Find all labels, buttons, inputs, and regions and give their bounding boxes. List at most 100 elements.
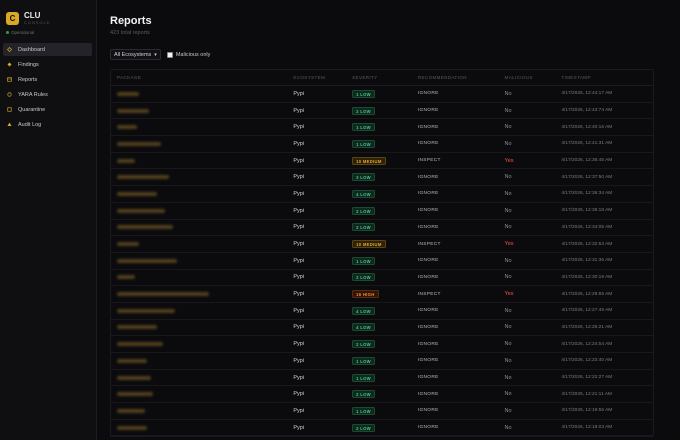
table-row[interactable]: Pypi 10 MEDIUM INSPECT Yes 4/17/2026, 12:36:… (111, 153, 653, 170)
timestamp-cell: 4/17/2026, 12:18:03 AM (561, 425, 613, 431)
package-name-cell[interactable] (111, 425, 293, 430)
severity-badge: 4 LOW (352, 189, 375, 198)
package-name-cell[interactable] (111, 258, 293, 263)
sidebar-item-yara-rules[interactable]: YARA Rules (3, 88, 92, 101)
package-name-cell[interactable] (111, 141, 293, 146)
redacted-package-name (117, 125, 137, 130)
ecosystem-cell: Pypi (293, 124, 305, 131)
recommendation-cell: INSPECT (417, 291, 441, 297)
timestamp-cell: 4/17/2026, 12:29:55 AM (561, 291, 613, 297)
severity-cell: 16 HIGH (352, 290, 418, 299)
column-header-package[interactable]: PACKAGE (111, 75, 293, 80)
brand: C CLU CONSOLE (6, 11, 51, 26)
redacted-package-name (117, 175, 169, 180)
malicious-cell: No (504, 257, 512, 264)
package-name-cell[interactable] (111, 175, 293, 180)
sidebar-item-findings[interactable]: Findings (3, 58, 92, 71)
table-row[interactable]: Pypi 2 LOW IGNORE No 4/17/2026, 12:30:19 AM (111, 270, 653, 287)
redacted-package-name (117, 91, 139, 96)
package-name-cell[interactable] (111, 392, 293, 397)
package-name-cell[interactable] (111, 158, 293, 163)
table-row[interactable]: Pypi 2 LOW IGNORE No 4/17/2026, 12:43:74 AM (111, 103, 653, 120)
ecosystem-cell: Pypi (293, 407, 305, 414)
malicious-only-checkbox[interactable] (166, 51, 173, 58)
column-header-ecosystem[interactable]: ECOSYSTEM (293, 75, 352, 80)
redacted-package-name (117, 275, 135, 280)
timestamp-cell: 4/17/2026, 12:24:54 AM (561, 341, 613, 347)
severity-badge: 1 LOW (352, 406, 375, 415)
redacted-package-name (117, 158, 135, 163)
column-header-malicious[interactable]: MALICIOUS (505, 75, 562, 80)
package-name-cell[interactable] (111, 358, 293, 363)
package-name-cell[interactable] (111, 91, 293, 96)
package-name-cell[interactable] (111, 275, 293, 280)
table-row[interactable]: Pypi 1 LOW IGNORE No 4/17/2026, 12:22:27 AM (111, 370, 653, 387)
package-name-cell[interactable] (111, 242, 293, 247)
package-name-cell[interactable] (111, 225, 293, 230)
dashboard-icon (7, 47, 12, 52)
column-header-recommendation[interactable]: RECOMMENDATION (418, 75, 505, 80)
package-name-cell[interactable] (111, 108, 293, 113)
malicious-cell: No (504, 190, 512, 197)
package-name-cell[interactable] (111, 308, 293, 313)
table-row[interactable]: Pypi 4 LOW IGNORE No 4/17/2026, 12:36:34 AM (111, 186, 653, 203)
column-header-timestamp[interactable]: TIMESTAMP (561, 75, 653, 80)
table-row[interactable]: Pypi 2 LOW IGNORE No 4/17/2026, 12:34:05 AM (111, 220, 653, 237)
redacted-package-name (117, 242, 139, 247)
table-row[interactable]: Pypi 10 MEDIUM INSPECT Yes 4/17/2026, 12:32:… (111, 236, 653, 253)
malicious-only-filter[interactable]: Malicious only (166, 51, 210, 58)
severity-badge: 2 LOW (352, 106, 375, 115)
table-row[interactable]: Pypi 4 LOW IGNORE No 4/17/2026, 12:27:49 AM (111, 303, 653, 320)
table-row[interactable]: Pypi 1 LOW IGNORE No 4/17/2026, 12:40:16 AM (111, 119, 653, 137)
ecosystem-cell: Pypi (293, 374, 305, 381)
redacted-package-name (117, 342, 163, 347)
recommendation-cell: IGNORE (417, 191, 439, 197)
recommendation-cell: IGNORE (417, 124, 439, 130)
table-row[interactable]: Pypi 1 LOW IGNORE No 4/17/2026, 12:41:31 AM (111, 136, 653, 153)
package-name-cell[interactable] (111, 375, 293, 380)
sidebar-item-reports[interactable]: Reports (3, 73, 92, 86)
malicious-cell: No (504, 407, 512, 414)
table-row[interactable]: Pypi 2 LOW IGNORE No 4/17/2026, 12:24:54 AM (111, 336, 653, 353)
malicious-cell: No (504, 391, 512, 398)
ecosystem-cell: Pypi (293, 140, 305, 147)
severity-badge: 1 LOW (352, 139, 375, 148)
timestamp-cell: 4/17/2026, 12:40:16 AM (561, 124, 613, 130)
recommendation-cell: IGNORE (417, 391, 439, 397)
sidebar-item-label: Reports (18, 76, 38, 83)
sidebar-item-dashboard[interactable]: Dashboard (3, 43, 92, 56)
table-row[interactable]: Pypi 2 LOW IGNORE No 4/17/2026, 12:21:11 AM (111, 386, 653, 404)
recommendation-cell: IGNORE (417, 141, 439, 147)
malicious-cell: Yes (504, 157, 514, 164)
malicious-cell: No (504, 357, 512, 364)
table-row[interactable]: Pypi 1 LOW IGNORE No 4/17/2026, 12:19:55 AM (111, 403, 653, 420)
table-row[interactable]: Pypi 16 HIGH INSPECT Yes 4/17/2026, 12:29:55… (111, 286, 653, 303)
table-row[interactable]: Pypi 1 LOW IGNORE No 4/17/2026, 12:31:36 AM (111, 253, 653, 270)
severity-cell: 3 LOW (352, 173, 418, 182)
malicious-cell: No (504, 341, 512, 348)
table-row[interactable]: Pypi 1 LOW IGNORE No 4/17/2026, 12:44:17 AM (111, 86, 653, 103)
severity-badge: 1 LOW (352, 356, 375, 365)
column-header-severity[interactable]: SEVERITY (352, 75, 418, 80)
timestamp-cell: 4/17/2026, 12:27:49 AM (561, 308, 613, 314)
table-row[interactable]: Pypi 2 LOW IGNORE No 4/17/2026, 12:18:03 AM (111, 420, 653, 437)
package-name-cell[interactable] (111, 342, 293, 347)
severity-badge: 2 LOW (352, 273, 375, 282)
ecosystem-select[interactable]: All Ecosystems ▾ (110, 49, 161, 60)
table-row[interactable]: Pypi 3 LOW IGNORE No 4/17/2026, 12:37:50 AM (111, 169, 653, 187)
table-row[interactable]: Pypi 1 LOW IGNORE No 4/17/2026, 12:23:40 AM (111, 353, 653, 370)
audit-log-icon (7, 122, 12, 127)
package-name-cell[interactable] (111, 125, 293, 130)
timestamp-cell: 4/17/2026, 12:31:36 AM (561, 258, 613, 264)
sidebar-item-audit-log[interactable]: Audit Log (3, 118, 92, 131)
package-name-cell[interactable] (111, 208, 293, 213)
table-row[interactable]: Pypi 4 LOW IGNORE No 4/17/2026, 12:26:21 AM (111, 320, 653, 337)
ecosystem-cell: Pypi (293, 307, 305, 314)
recommendation-cell: IGNORE (417, 108, 439, 114)
table-row[interactable]: Pypi 2 LOW IGNORE No 4/17/2026, 12:35:18 AM (111, 203, 653, 220)
package-name-cell[interactable] (111, 191, 293, 196)
package-name-cell[interactable] (111, 408, 293, 413)
package-name-cell[interactable] (111, 325, 293, 330)
package-name-cell[interactable] (111, 292, 293, 297)
sidebar-item-quarantine[interactable]: Quarantine (3, 103, 92, 116)
